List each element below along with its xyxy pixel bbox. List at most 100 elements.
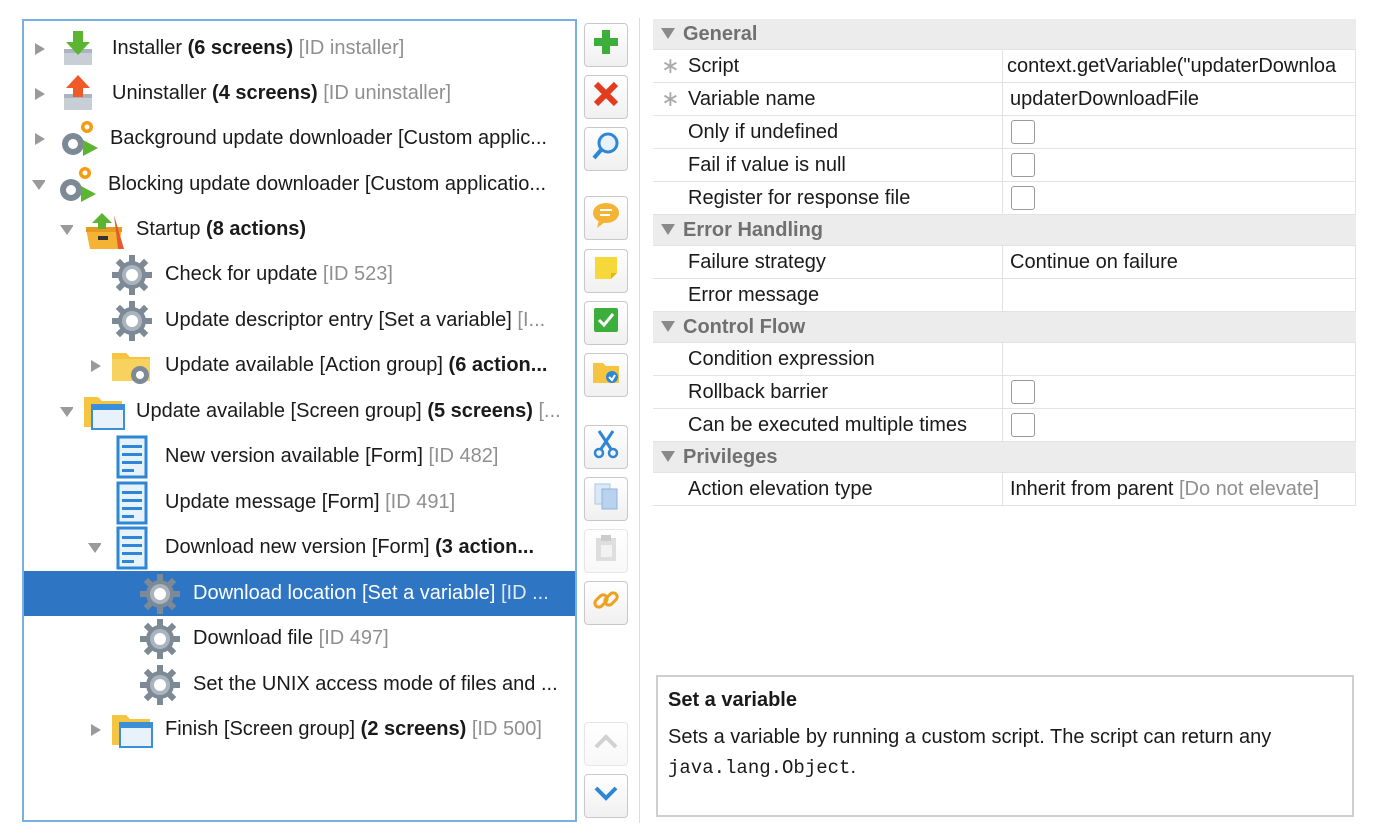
node-id: [ID installer] <box>298 37 405 59</box>
node-label: Uninstaller <box>112 82 207 104</box>
prop-label: Failure strategy <box>688 250 826 273</box>
tree-node-new-version-form[interactable]: New version available [Form] [ID 482] <box>24 434 575 479</box>
startup-box-icon <box>81 209 127 251</box>
copy-button[interactable] <box>584 477 628 521</box>
cut-button[interactable] <box>584 425 628 469</box>
node-count: (8 actions) <box>206 218 307 240</box>
register-response-checkbox[interactable] <box>1011 186 1035 210</box>
fail-if-null-checkbox[interactable] <box>1011 153 1035 177</box>
expand-arrow-icon[interactable] <box>33 131 47 147</box>
node-id: [ID ... <box>500 582 549 604</box>
add-button[interactable] <box>584 23 628 67</box>
expand-arrow-icon[interactable] <box>89 358 103 374</box>
tree-node-update-message-form[interactable]: Update message [Form] [ID 491] <box>24 480 575 525</box>
expand-arrow-icon[interactable] <box>89 722 103 738</box>
node-label: Update available [Screen group] <box>136 400 422 422</box>
error-message-value[interactable] <box>1003 279 1355 311</box>
tree-node-blocking-downloader[interactable]: Blocking update downloader [Custom appli… <box>24 162 575 207</box>
folder-screen-icon <box>109 709 155 751</box>
prop-row-only-if-undefined[interactable]: Only if undefined <box>653 116 1356 149</box>
script-value[interactable]: context.getVariable("updaterDownloa <box>1007 55 1336 78</box>
search-button[interactable] <box>584 127 628 171</box>
note-button[interactable] <box>584 249 628 293</box>
tree-node-update-available-screens[interactable]: Update available [Screen group] (5 scree… <box>24 389 575 434</box>
only-if-undefined-checkbox[interactable] <box>1011 120 1035 144</box>
move-down-button[interactable] <box>584 774 628 818</box>
prop-label: Can be executed multiple times <box>688 413 968 436</box>
collapse-arrow-icon[interactable] <box>87 540 101 556</box>
delete-button[interactable] <box>584 75 628 119</box>
copy-icon <box>592 481 620 517</box>
node-count: (6 screens) <box>187 37 294 59</box>
tree-node-download-file[interactable]: Download file [ID 497] <box>24 616 575 661</box>
tree-node-startup[interactable]: Startup (8 actions) <box>24 207 575 252</box>
property-sheet: General ∗ Script context.getVariable("upd… <box>653 19 1356 506</box>
expand-arrow-icon[interactable] <box>33 86 47 102</box>
multiple-execution-checkbox[interactable] <box>1011 413 1035 437</box>
folder-button[interactable] <box>584 353 628 397</box>
cut-icon <box>592 429 620 465</box>
tree-node-background-downloader[interactable]: Background update downloader [Custom app… <box>24 116 575 161</box>
tree-node-update-available-actions[interactable]: Update available [Action group] (6 actio… <box>24 343 575 388</box>
collapse-arrow-icon[interactable] <box>59 404 73 420</box>
rollback-barrier-checkbox[interactable] <box>1011 380 1035 404</box>
tree-node-installer[interactable]: Installer (6 screens) [ID installer] <box>24 26 575 71</box>
link-button[interactable] <box>584 581 628 625</box>
tree-node-set-unix-mode[interactable]: Set the UNIX access mode of files and ..… <box>24 662 575 707</box>
comment-button[interactable] <box>584 196 628 240</box>
check-button[interactable] <box>584 301 628 345</box>
prop-row-variable-name[interactable]: ∗ Variable name updaterDownloadFile <box>653 83 1356 116</box>
collapse-triangle-icon[interactable] <box>653 321 683 333</box>
node-label: New version available [Form] <box>165 445 423 467</box>
elevation-value[interactable]: Inherit from parent <box>1010 478 1173 501</box>
collapse-arrow-icon[interactable] <box>59 222 73 238</box>
tree-node-check-for-update[interactable]: Check for update [ID 523] <box>24 252 575 297</box>
prop-label: Error message <box>688 283 820 306</box>
failure-strategy-value[interactable]: Continue on failure <box>1010 251 1178 274</box>
panel-divider[interactable] <box>639 18 640 823</box>
prop-row-multiple[interactable]: Can be executed multiple times <box>653 409 1356 442</box>
section-control-flow[interactable]: Control Flow <box>653 312 1356 343</box>
collapse-triangle-icon[interactable] <box>653 451 683 463</box>
variable-name-value[interactable]: updaterDownloadFile <box>1010 88 1199 111</box>
node-label: Download location [Set a variable] <box>193 582 496 604</box>
prop-row-failure-strategy[interactable]: Failure strategy Continue on failure <box>653 246 1356 279</box>
section-privileges[interactable]: Privileges <box>653 442 1356 473</box>
node-count: (2 screens) <box>360 718 467 740</box>
tree-node-download-new-version[interactable]: Download new version [Form] (3 action... <box>24 525 575 570</box>
paste-button[interactable] <box>584 529 628 573</box>
section-general[interactable]: General <box>653 19 1356 50</box>
prop-row-error-message[interactable]: Error message <box>653 279 1356 312</box>
folder-gear-icon <box>109 345 155 387</box>
node-id: [... <box>538 400 561 422</box>
node-label: Update message [Form] <box>165 491 380 513</box>
condition-value[interactable] <box>1003 343 1355 375</box>
prop-row-elevation[interactable]: Action elevation type Inherit from paren… <box>653 473 1356 506</box>
section-error-handling[interactable]: Error Handling <box>653 215 1356 246</box>
node-label: Installer <box>112 37 183 59</box>
tree-node-uninstaller[interactable]: Uninstaller (4 screens) [ID uninstaller] <box>24 71 575 116</box>
tree-node-update-descriptor[interactable]: Update descriptor entry [Set a variable]… <box>24 298 575 343</box>
node-label: Update descriptor entry [Set a variable] <box>165 309 512 331</box>
prop-label: Action elevation type <box>688 477 873 500</box>
expand-arrow-icon[interactable] <box>33 41 47 57</box>
prop-row-condition[interactable]: Condition expression <box>653 343 1356 376</box>
collapse-triangle-icon[interactable] <box>653 224 683 236</box>
prop-label: Fail if value is null <box>688 153 846 176</box>
collapse-triangle-icon[interactable] <box>653 28 683 40</box>
prop-row-script[interactable]: ∗ Script context.getVariable("updaterDown… <box>653 50 1356 83</box>
description-text: Sets a variable by running a custom scri… <box>668 722 1342 783</box>
prop-row-fail-if-null[interactable]: Fail if value is null <box>653 149 1356 182</box>
move-up-button[interactable] <box>584 722 628 766</box>
tree-node-download-location[interactable]: Download location [Set a variable] [ID .… <box>24 571 575 616</box>
section-title: Control Flow <box>683 315 806 338</box>
tree-node-finish[interactable]: Finish [Screen group] (2 screens) [ID 50… <box>24 707 575 752</box>
prop-row-rollback[interactable]: Rollback barrier <box>653 376 1356 409</box>
move-down-icon <box>592 783 620 809</box>
gear-icon <box>109 300 155 342</box>
collapse-arrow-icon[interactable] <box>31 177 45 193</box>
project-tree[interactable]: Installer (6 screens) [ID installer] Uni… <box>22 19 577 822</box>
node-id: [I... <box>517 309 546 331</box>
prop-row-register-response[interactable]: Register for response file <box>653 182 1356 215</box>
description-code: java.lang.Object <box>668 757 851 779</box>
